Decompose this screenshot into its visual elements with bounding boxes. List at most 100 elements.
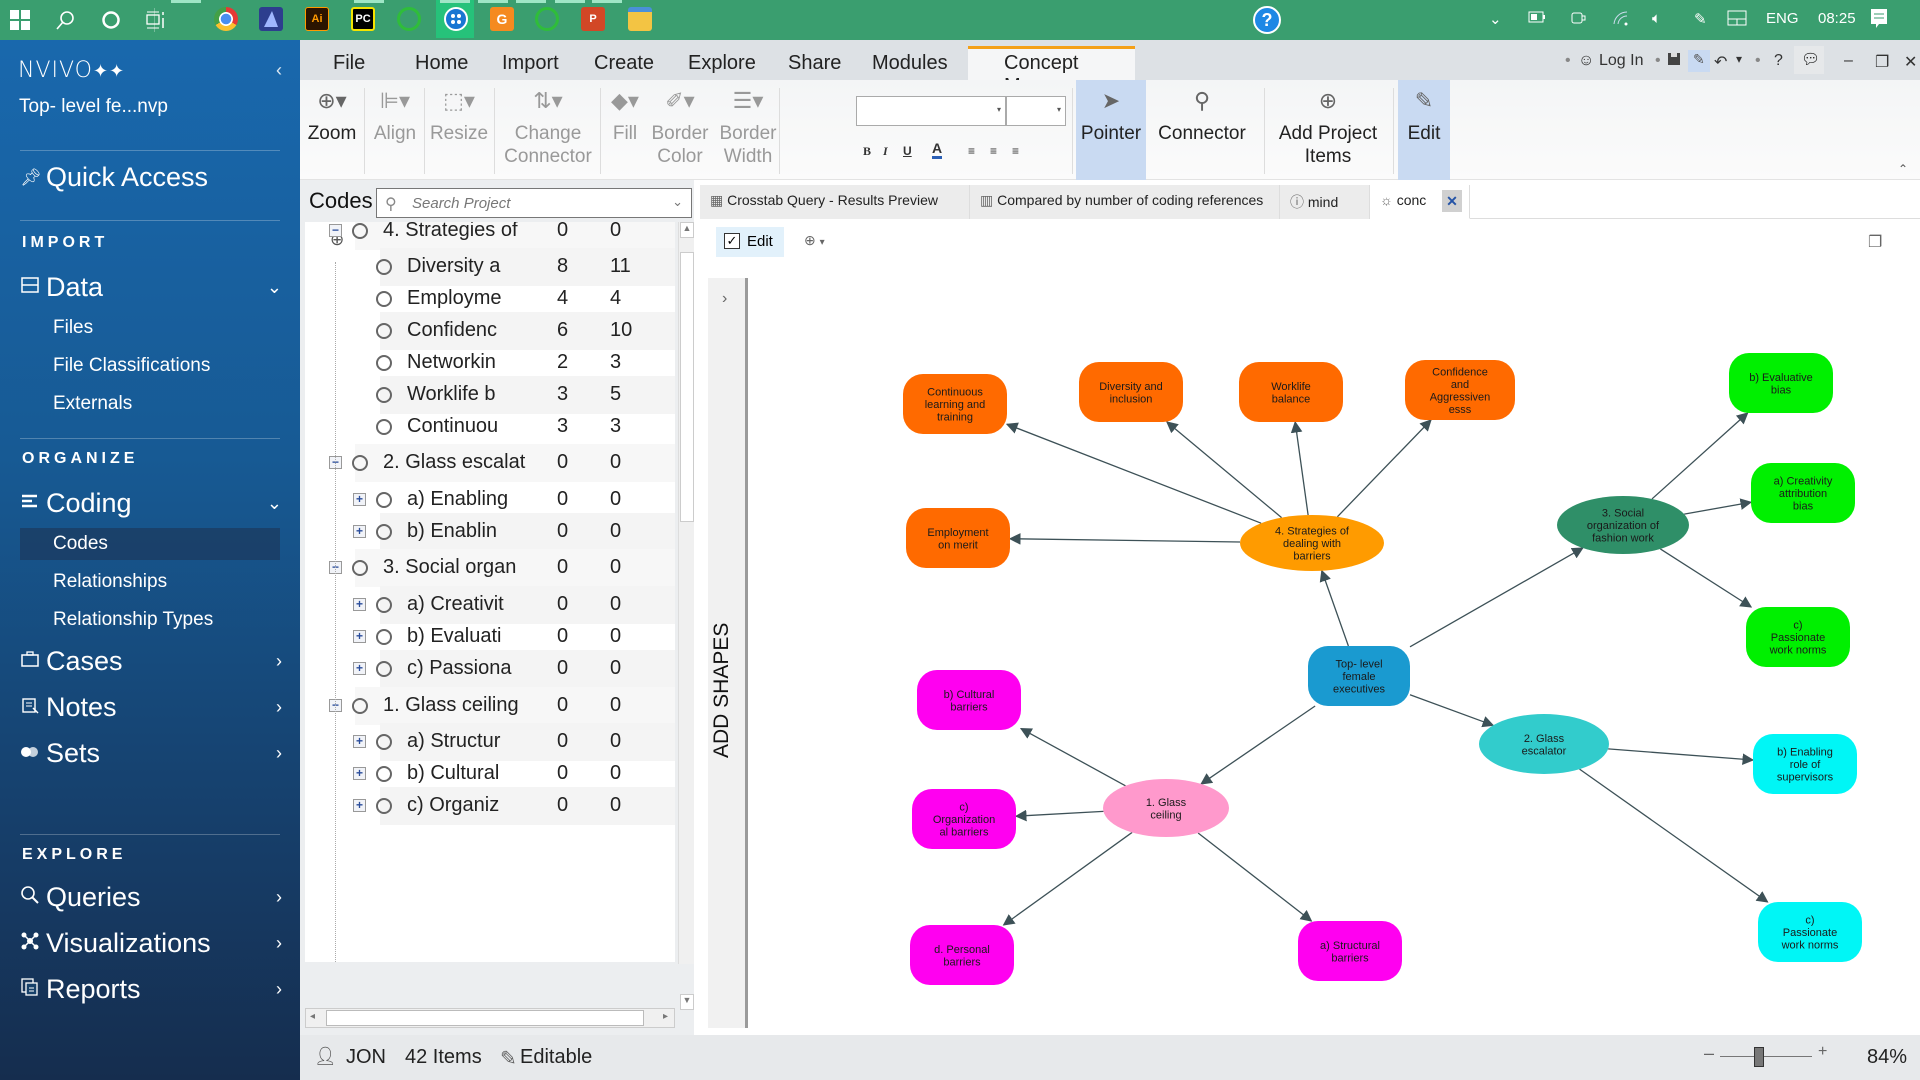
zoom-in-button[interactable]: + (1818, 1043, 1827, 1061)
user-account-icon[interactable]: ☺ (1578, 52, 1594, 70)
concept-node-pw2[interactable]: c)Passionatework norms (1758, 902, 1862, 962)
bold-button[interactable]: B (863, 144, 871, 159)
tab-crosstab-query[interactable]: ▦ Crosstab Query - Results Preview (700, 185, 970, 219)
change-connector-button[interactable]: ⇅▾ Change Connector (500, 80, 596, 180)
font-color-button[interactable]: A (932, 140, 943, 159)
connector-root-to-s3[interactable] (1409, 547, 1584, 648)
windows-start-icon[interactable] (6, 6, 34, 34)
quick-access-dropdown-icon[interactable]: ▾ (1736, 52, 1742, 66)
close-tab-button[interactable]: ✕ (1442, 190, 1462, 212)
concept-node-s4[interactable]: 4. Strategies ofdealing withbarriers (1240, 515, 1384, 571)
volume-icon[interactable]: 🔈︎ (1652, 10, 1661, 27)
connector-s3-to-eb[interactable] (1651, 412, 1749, 500)
chevron-up-icon[interactable]: ⌄ (1489, 10, 1502, 28)
search-icon[interactable] (52, 6, 80, 34)
help-button[interactable]: ? (1774, 52, 1783, 70)
chrome-icon[interactable] (214, 7, 238, 31)
code-row[interactable]: + c) Organiz 0 0 (305, 787, 675, 825)
expand-icon[interactable]: + (353, 598, 366, 611)
expand-icon[interactable]: + (353, 735, 366, 748)
edit-button[interactable]: ✎ Edit (1398, 80, 1450, 180)
notifications-icon[interactable] (1870, 8, 1888, 34)
scroll-right-arrow[interactable]: ▸ (663, 1011, 668, 1022)
edit-mode-toggle[interactable]: ✎ (1688, 50, 1710, 72)
concept-map-canvas[interactable]: Top- level female executives 4. Strategies … (751, 270, 1920, 1035)
node-radio-icon[interactable] (352, 223, 368, 239)
node-radio-icon[interactable] (376, 387, 392, 403)
sidebar-item-cases[interactable]: Cases › (20, 646, 282, 677)
connector-button[interactable]: ⚲ Connector (1150, 80, 1254, 180)
battery-icon[interactable] (1528, 10, 1546, 27)
underline-button[interactable]: U (903, 144, 912, 158)
code-row[interactable]: −1. Glass ceiling 0 0 (305, 687, 675, 725)
concept-node-cab[interactable]: a) Creativityattributionbias (1751, 463, 1855, 523)
node-radio-icon[interactable] (352, 698, 368, 714)
expand-icon[interactable]: + (353, 799, 366, 812)
sidebar-item-file-classifications[interactable]: File Classifications (20, 350, 280, 382)
green-circle-app-2-icon[interactable] (535, 7, 559, 31)
sidebar-item-sets[interactable]: Sets › (20, 738, 282, 769)
tab-concept-map[interactable]: Concept Map (968, 46, 1135, 97)
illustrator-icon[interactable]: Ai (305, 7, 329, 31)
hscroll-thumb[interactable] (326, 1010, 644, 1026)
sidebar-item-files[interactable]: Files (20, 312, 280, 344)
expand-icon[interactable]: + (353, 662, 366, 675)
tab-file[interactable]: File (333, 52, 365, 75)
tab-share[interactable]: Share (788, 52, 841, 75)
sidebar-item-notes[interactable]: Notes › (20, 692, 282, 723)
sidebar-item-relationships[interactable]: Relationships (20, 566, 280, 598)
concept-node-eb[interactable]: b) Evaluativebias (1729, 353, 1833, 413)
concept-node-root[interactable]: Top- levelfemaleexecutives (1308, 646, 1410, 706)
quick-access[interactable]: 📌︎ Quick Access (20, 162, 282, 193)
concept-node-pw3[interactable]: c)Passionatework norms (1746, 607, 1850, 667)
connector-s3-to-pw3[interactable] (1660, 548, 1753, 608)
code-row[interactable]: + c) Passiona 0 0 (305, 650, 675, 688)
sidebar-item-relationship-types[interactable]: Relationship Types (20, 604, 280, 636)
node-radio-icon[interactable] (376, 355, 392, 371)
concept-node-er[interactable]: b) Enablingrole ofsupervisors (1753, 734, 1857, 794)
connector-s1-to-ob[interactable] (1014, 809, 1104, 822)
node-radio-icon[interactable] (352, 455, 368, 471)
language-indicator[interactable]: ENG (1766, 10, 1799, 27)
sidebar-item-queries[interactable]: Queries › (20, 882, 282, 913)
horizontal-scrollbar[interactable]: ◂ ▸ (305, 1008, 675, 1028)
edit-checkbox[interactable]: ✓ Edit (716, 227, 784, 257)
log-in-button[interactable]: Log In (1599, 52, 1643, 70)
chevron-down-icon[interactable]: ⌄ (672, 194, 683, 210)
tab-concept-map-conc[interactable]: ☼ conc ✕ (1370, 185, 1470, 219)
concept-node-wb[interactable]: Worklifebalance (1239, 362, 1343, 422)
add-shapes-panel[interactable]: › ADD SHAPES (708, 278, 748, 1028)
code-row[interactable]: − 4. Strategies of 0 0 (305, 222, 675, 250)
connector-s1-to-sb[interactable] (1197, 832, 1313, 922)
connector-s4-to-wb[interactable] (1290, 420, 1309, 516)
concept-map-svg[interactable]: Top- levelfemaleexecutives 4. Strategies … (751, 270, 1920, 1035)
connector-s1-to-pb[interactable] (1002, 831, 1133, 926)
connector-s1-to-cb[interactable] (1019, 727, 1126, 787)
zoom-slider-thumb[interactable] (1753, 1047, 1764, 1067)
save-icon[interactable] (1668, 52, 1680, 70)
tab-modules[interactable]: Modules (872, 52, 948, 75)
align-right-button[interactable]: ≡ (1012, 144, 1019, 158)
code-row[interactable]: −3. Social organ 0 0 (305, 549, 675, 587)
align-center-button[interactable]: ≡ (990, 144, 997, 158)
affinity-icon[interactable] (259, 7, 283, 31)
concept-node-ob[interactable]: c)Organizational barriers (912, 789, 1016, 849)
fill-button[interactable]: ◆▾ Fill (605, 80, 645, 180)
sidebar-item-reports[interactable]: Reports › (20, 974, 282, 1005)
tab-mind-map[interactable]: ⓘ mind (1280, 185, 1370, 219)
minimize-button[interactable]: – (1844, 52, 1853, 70)
italic-button[interactable]: I (883, 144, 888, 159)
expand-icon[interactable]: + (353, 493, 366, 506)
expand-icon[interactable]: + (353, 525, 366, 538)
node-radio-icon[interactable] (376, 661, 392, 677)
connector-root-to-s4[interactable] (1319, 569, 1350, 647)
tab-create[interactable]: Create (594, 52, 654, 75)
connector-s2-to-pw2[interactable] (1579, 768, 1769, 903)
concept-node-ca[interactable]: ConfidenceandAggressivenesss (1405, 360, 1515, 420)
node-radio-icon[interactable] (376, 492, 392, 508)
tab-compared-chart[interactable]: ▥ Compared by number of coding reference… (970, 185, 1280, 219)
pointer-button[interactable]: ➤ Pointer (1076, 80, 1146, 180)
resize-button[interactable]: ⬚▾ Resize (426, 80, 492, 180)
concept-node-s1[interactable]: 1. Glassceiling (1103, 779, 1229, 837)
cortana-icon[interactable] (97, 6, 125, 34)
